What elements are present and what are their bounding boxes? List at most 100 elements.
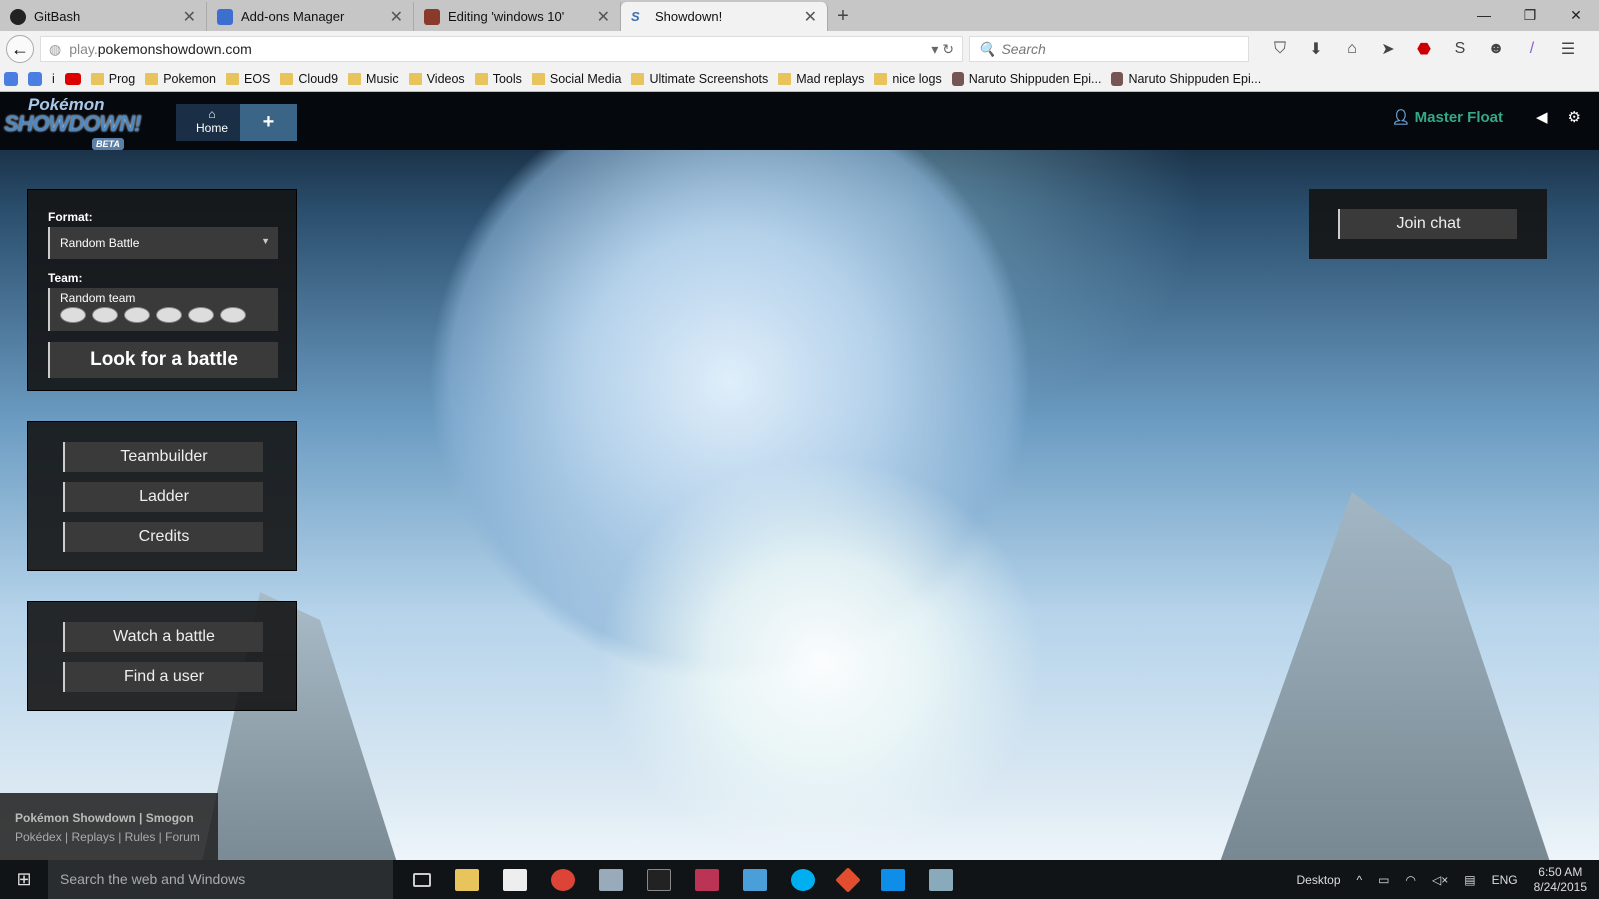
folder-icon [90,73,104,85]
reload-icon[interactable]: ▾ ↻ [931,41,954,58]
replays-link[interactable]: Replays [72,830,115,844]
gear-icon[interactable]: ⚙ [1568,108,1581,126]
language-indicator[interactable]: ENG [1492,873,1518,887]
close-tab-icon[interactable]: ✕ [804,7,817,27]
search-input[interactable]: 🔍 Search [969,36,1249,62]
pokeball-icon [92,307,118,323]
adblock-icon[interactable]: ⬣ [1413,39,1435,59]
teamviewer-icon[interactable] [881,868,905,891]
youtube-icon[interactable] [64,73,81,85]
folder-icon [874,73,888,85]
bookmark-folder[interactable]: Mad replays [778,72,864,86]
git-icon[interactable] [835,866,861,893]
app-icon[interactable] [929,868,953,891]
task-view-icon[interactable] [413,872,431,887]
close-tab-icon[interactable]: ✕ [183,7,196,27]
background-mountain [1220,492,1550,860]
home-icon[interactable]: ⌂ [1341,40,1363,58]
send-icon[interactable]: ➤ [1377,39,1399,59]
menu-icon[interactable]: ☰ [1557,39,1579,59]
teambuilder-button[interactable]: Teambuilder [63,442,263,472]
smogon-ext-icon[interactable]: S [1449,40,1471,58]
chat-panel: Join chat [1309,189,1547,259]
notepad-icon[interactable] [503,868,527,891]
bookmark-folder[interactable]: Videos [408,72,465,86]
username-button[interactable]: 👤︎ Master Float [1391,108,1503,126]
chrome-icon[interactable] [551,868,575,891]
pokedex-link[interactable]: Pokédex [15,830,62,844]
download-icon[interactable]: ⬇ [1305,39,1327,59]
ladder-button[interactable]: Ladder [63,482,263,512]
chat-ext-icon[interactable]: ☻ [1485,40,1507,58]
tab-addons[interactable]: Add-ons Manager ✕ [207,2,414,31]
showdown-header: Pokémon SHOWDOWN! BETA ⌂ Home + 👤︎ Master… [0,92,1599,150]
battery-icon[interactable]: ▭ [1378,873,1389,887]
taskbar-search[interactable]: Search the web and Windows [48,860,393,899]
chevron-up-icon[interactable]: ^ [1357,873,1363,887]
new-room-tab[interactable]: + [240,104,297,141]
notifications-icon[interactable]: ▤ [1464,873,1475,887]
menu-panel: Teambuilder Ladder Credits [27,421,297,571]
search-icon: 🔍 [978,40,996,57]
bookmark-folder[interactable]: Social Media [531,72,621,86]
join-chat-button[interactable]: Join chat [1338,209,1517,239]
find-user-button[interactable]: Find a user [63,662,263,692]
tab-bar: GitBash ✕ Add-ons Manager ✕ Editing 'windo… [0,0,1599,31]
credits-button[interactable]: Credits [63,522,263,552]
close-tab-icon[interactable]: ✕ [390,7,403,27]
bookmark-link[interactable]: Naruto Shippuden Epi... [1111,72,1261,86]
file-explorer-icon[interactable] [455,868,479,891]
bookmark-i[interactable]: i [52,72,55,86]
app-icon[interactable] [743,868,767,891]
bookmark-folder[interactable]: Music [348,72,399,86]
close-window-button[interactable]: ✕ [1553,0,1599,31]
bookmark-folder[interactable]: nice logs [874,72,942,86]
app-icon[interactable] [599,868,623,891]
windows-start-icon[interactable]: ⊞ [0,869,48,890]
footer-title-link[interactable]: Pokémon Showdown | Smogon [15,811,194,825]
skype-icon[interactable] [791,868,815,891]
tab-gitbash[interactable]: GitBash ✕ [0,2,207,31]
sublime-icon[interactable] [695,868,719,891]
desktop-toolbar[interactable]: Desktop [1297,873,1341,887]
tab-showdown[interactable]: S Showdown! ✕ [621,2,828,31]
volume-icon[interactable]: ◀ [1536,108,1548,126]
team-select[interactable]: Random team [48,288,278,331]
volume-muted-icon[interactable]: ◁× [1432,873,1448,887]
rules-link[interactable]: Rules [125,830,156,844]
new-tab-button[interactable]: + [828,2,858,31]
folder-icon [226,73,239,85]
bookmark-link[interactable]: Naruto Shippuden Epi... [951,72,1101,86]
feather-icon[interactable]: / [1521,40,1543,58]
pokeball-icon [156,307,182,323]
back-button[interactable]: ← [6,35,34,63]
watch-battle-button[interactable]: Watch a battle [63,622,263,652]
showdown-logo[interactable]: Pokémon SHOWDOWN! BETA [4,96,141,151]
bookmark-folder[interactable]: Pokemon [145,72,216,86]
google-icon[interactable] [28,72,42,86]
google-icon[interactable] [4,72,18,86]
look-for-battle-button[interactable]: Look for a battle [48,342,278,378]
globe-icon: ◍ [49,40,62,57]
url-bar[interactable]: ◍ play.pokemonshowdown.com ▾ ↻ [40,36,963,62]
bookmark-folder[interactable]: Prog [90,72,135,86]
tab-editing[interactable]: Editing 'windows 10' ✕ [414,2,621,31]
minimize-button[interactable]: — [1461,0,1507,31]
restore-button[interactable]: ❐ [1507,0,1553,31]
bookmark-folder[interactable]: EOS [226,72,270,86]
pocket-icon[interactable]: ⛉ [1269,40,1291,58]
wifi-icon[interactable]: ◠ [1406,873,1416,887]
bookmark-folder[interactable]: Ultimate Screenshots [631,72,768,86]
pokeball-icon [60,307,86,323]
terminal-icon[interactable] [647,868,671,891]
pokeball-icon [124,307,150,323]
bookmarks-bar: i Prog Pokemon EOS Cloud9 Music Videos T… [0,67,1599,92]
format-select[interactable]: Random Battle ▼ [48,227,278,259]
bookmark-folder[interactable]: Tools [474,72,522,86]
folder-icon [778,73,792,85]
clock[interactable]: 6:50 AM 8/24/2015 [1534,865,1587,895]
forum-link[interactable]: Forum [165,830,200,844]
bookmark-folder[interactable]: Cloud9 [280,72,338,86]
close-tab-icon[interactable]: ✕ [597,7,610,27]
home-tab[interactable]: ⌂ Home [176,104,248,141]
